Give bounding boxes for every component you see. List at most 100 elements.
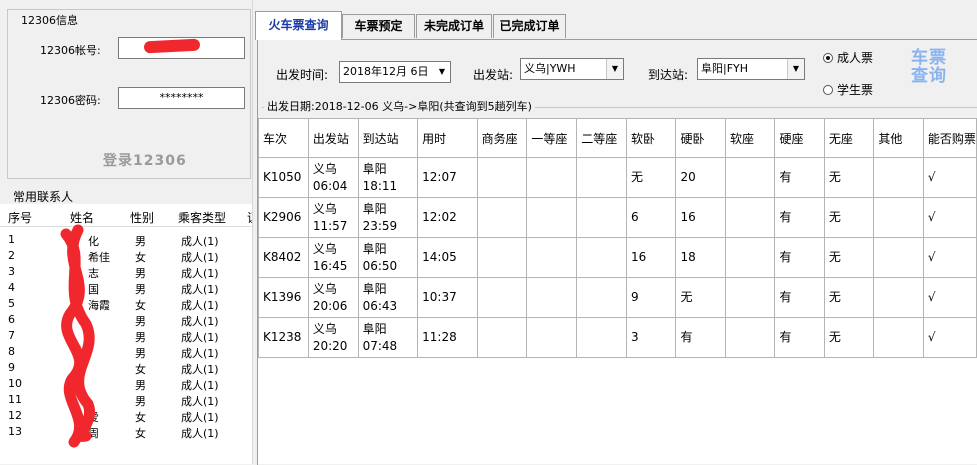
contact-gender: 女 <box>135 299 146 312</box>
cell-other <box>873 317 924 358</box>
contact-row[interactable]: 3 志 男 成人(1) <box>0 264 252 280</box>
arrival-time: 23:59 <box>362 218 398 233</box>
cell-hard-sleeper: 16 <box>675 197 726 238</box>
contact-gender: 男 <box>135 315 146 328</box>
adult-ticket-radio[interactable]: 成人票 <box>823 49 873 66</box>
table-row[interactable]: K8402 义乌 16:45 阜阳 06:50 14:05 16 18 有无 √ <box>258 237 977 278</box>
arrival-time: 07:48 <box>362 338 398 353</box>
contact-no: 10 <box>8 377 22 390</box>
from-station-combo[interactable]: 义乌|YWH ▼ <box>520 58 624 80</box>
cell-duration: 11:28 <box>417 317 478 358</box>
column-header[interactable]: 硬卧 <box>675 118 726 158</box>
cell-first <box>526 237 578 278</box>
column-header[interactable]: 软座 <box>724 118 776 158</box>
adult-ticket-label: 成人票 <box>837 51 874 65</box>
password-input[interactable]: ******** <box>118 87 245 109</box>
column-header[interactable]: 能否购票 <box>922 118 977 158</box>
from-station-label: 出发站: <box>473 68 514 82</box>
table-row[interactable]: K1396 义乌 20:06 阜阳 06:43 10:37 9 无有无 √ <box>258 277 977 318</box>
contact-type: 成人(1) <box>181 331 219 344</box>
contact-row[interactable]: 2 希佳 女 成人(1) <box>0 248 252 264</box>
cell-soft-sleeper: 16 <box>625 237 677 278</box>
contact-row[interactable]: 10 男 成人(1) <box>0 376 252 392</box>
chevron-down-icon[interactable]: ▼ <box>434 62 450 82</box>
column-header[interactable]: 商务座 <box>476 118 528 158</box>
cell-soft-seat <box>724 157 776 198</box>
contact-no: 7 <box>8 329 15 342</box>
cell-train: K1050 <box>258 157 309 198</box>
column-header[interactable]: 无座 <box>823 118 875 158</box>
contact-row[interactable]: 1 化 男 成人(1) <box>0 232 252 248</box>
contact-type: 成人(1) <box>181 427 219 440</box>
contact-row[interactable]: 5 海霞 女 成人(1) <box>0 296 252 312</box>
tab-ticket-booking[interactable]: 车票预定 <box>342 14 415 38</box>
cell-to: 阜阳 06:50 <box>357 237 419 278</box>
contacts-col-gender: 性别 <box>130 211 155 225</box>
column-header[interactable]: 到达站 <box>357 118 419 158</box>
cell-other <box>873 237 924 278</box>
contacts-list[interactable]: 序号 姓名 性别 乘客类型 证 1化男成人(1)2希佳女成人(1)3志男成人(1… <box>0 204 252 464</box>
cell-no-seat: 无 <box>823 197 875 238</box>
contact-gender: 女 <box>135 363 146 376</box>
radio-icon <box>823 85 833 95</box>
date-value: 2018年12月 6日 <box>343 65 429 78</box>
column-header[interactable]: 其他 <box>873 118 924 158</box>
contact-type: 成人(1) <box>181 251 219 264</box>
column-header[interactable]: 二等座 <box>576 118 627 158</box>
cell-soft-sleeper: 9 <box>625 277 677 318</box>
arrival-time: 18:11 <box>362 178 398 193</box>
tab-finished-orders[interactable]: 已完成订单 <box>493 14 566 38</box>
column-header[interactable]: 软卧 <box>625 118 677 158</box>
column-header[interactable]: 车次 <box>258 118 309 158</box>
cell-second <box>576 237 627 278</box>
cell-train: K2906 <box>258 197 309 238</box>
cell-second <box>576 317 627 358</box>
cell-hard-sleeper: 无 <box>675 277 726 318</box>
tab-ticket-query[interactable]: 火车票查询 <box>255 11 342 40</box>
cell-can-buy: √ <box>922 157 977 198</box>
departure-time: 20:20 <box>312 338 348 353</box>
table-row[interactable]: K1238 义乌 20:20 阜阳 07:48 11:28 3 有有无 √ <box>258 317 977 358</box>
column-header[interactable]: 一等座 <box>526 118 578 158</box>
cell-first <box>526 277 578 318</box>
contact-row[interactable]: 9 女 成人(1) <box>0 360 252 376</box>
column-header[interactable]: 用时 <box>417 118 478 158</box>
departure-time: 20:06 <box>312 298 348 313</box>
query-tickets-button[interactable]: 车票 查询 <box>903 49 955 97</box>
table-row[interactable]: K1050 义乌 06:04 阜阳 18:11 12:07 无 20 有无 √ <box>258 157 977 198</box>
login-button[interactable]: 登录12306 <box>103 150 187 170</box>
contact-row[interactable]: 13 周 女 成人(1) <box>0 424 252 440</box>
student-ticket-radio[interactable]: 学生票 <box>823 81 873 98</box>
cell-hard-seat: 有 <box>774 157 825 198</box>
contact-row[interactable]: 12 爱 女 成人(1) <box>0 408 252 424</box>
contact-type: 成人(1) <box>181 299 219 312</box>
contact-row[interactable]: 4 国 男 成人(1) <box>0 280 252 296</box>
column-header[interactable]: 出发站 <box>307 118 359 158</box>
contact-no: 9 <box>8 361 15 374</box>
tab-unfinished-orders[interactable]: 未完成订单 <box>416 14 492 38</box>
cell-can-buy: √ <box>922 237 977 278</box>
table-row[interactable]: K2906 义乌 11:57 阜阳 23:59 12:02 6 16 有无 √ <box>258 197 977 238</box>
departure-station: 义乌 <box>312 241 337 256</box>
contact-type: 成人(1) <box>181 347 219 360</box>
contact-type: 成人(1) <box>181 411 219 424</box>
contact-no: 1 <box>8 233 15 246</box>
cell-can-buy: √ <box>922 277 977 318</box>
departure-time: 16:45 <box>312 258 348 273</box>
contact-row[interactable]: 6 男 成人(1) <box>0 312 252 328</box>
contacts-col-type: 乘客类型 <box>178 211 227 225</box>
cell-hard-sleeper: 18 <box>675 237 726 278</box>
contact-row[interactable]: 8 男 成人(1) <box>0 344 252 360</box>
column-header[interactable]: 硬座 <box>774 118 825 158</box>
chevron-down-icon[interactable]: ▼ <box>606 59 623 79</box>
cell-to: 阜阳 23:59 <box>357 197 419 238</box>
contact-row[interactable]: 7 男 成人(1) <box>0 328 252 344</box>
chevron-down-icon[interactable]: ▼ <box>787 59 804 79</box>
to-station-combo[interactable]: 阜阳|FYH ▼ <box>697 58 805 80</box>
contacts-title: 常用联系人 <box>13 190 74 204</box>
train-results-table[interactable]: 车次 出发站 到达站 用时 商务座 一等座 二等座 软卧 硬卧 软座 硬座 无座 其他 能否购票 K105… <box>258 118 977 358</box>
cell-business <box>476 197 528 238</box>
contact-row[interactable]: 11 男 成人(1) <box>0 392 252 408</box>
date-picker[interactable]: 2018年12月 6日 ▼ <box>339 61 451 83</box>
from-station-value: 义乌|YWH <box>524 62 576 75</box>
